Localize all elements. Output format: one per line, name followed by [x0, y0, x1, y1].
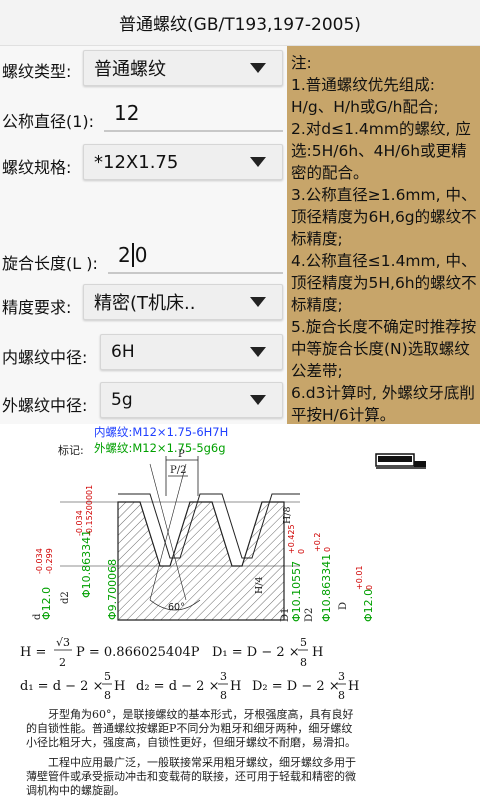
formula-h-lhs: H = — [20, 645, 46, 660]
formula-d2-rest: H — [230, 679, 241, 694]
spec-value: *12X1.75 — [94, 151, 179, 173]
dim-d2: d2 — [60, 591, 71, 604]
internal-mark: 内螺纹:M12×1.75-6H7H — [94, 425, 228, 439]
note-item: 5.旋合长度不确定时推荐按中等旋合长度(N)选取螺纹公差带; — [291, 318, 477, 380]
nominal-diameter-label: 公称直径(1): — [2, 112, 95, 131]
formula-line-1: H = √3 2 P = 0.866025404P D₁ = D − 2 × 5… — [20, 636, 323, 669]
thread-teeth — [117, 501, 285, 621]
formula-d2-num: 3 — [220, 670, 227, 683]
notes-heading: 注: — [291, 54, 312, 72]
engagement-length-input[interactable]: 20 — [108, 238, 283, 274]
text-cursor — [131, 243, 134, 267]
external-pitch-label: 外螺纹中径: — [2, 396, 88, 415]
note-item: 6.d3计算时, 外螺纹牙底削平按H/6计算。 — [291, 384, 475, 424]
d-major-tol-top: -0.034 — [35, 548, 44, 574]
mark-label: 标记: — [58, 443, 84, 457]
d2-tol-bottom: -0.15200001 — [85, 485, 94, 536]
internal-pitch-dropdown[interactable]: 6H — [100, 334, 283, 370]
precision-label: 精度要求: — [2, 298, 72, 317]
pitch-label: P — [178, 449, 185, 460]
D2-value: Φ10.863341 — [320, 554, 333, 622]
h8-label: H/8 — [282, 506, 293, 524]
D-tol-bottom: 0 — [365, 585, 374, 590]
precision-value: 精密(T机床.. — [94, 293, 196, 314]
formula-D2-rest: H — [348, 679, 359, 694]
input-form: 螺纹类型: 普通螺纹 公称直径(1): 12 螺纹规格: *12X1.75 旋合… — [0, 46, 287, 424]
formula-D2-lhs: D₂ = D − 2 × — [252, 679, 340, 694]
formula-D1-rest: H — [312, 645, 323, 660]
note-item: 1.普通螺纹优先组成: H/g、H/h或G/h配合; — [291, 76, 439, 116]
dropdown-arrow-icon — [250, 157, 266, 167]
formula-D2-num: 3 — [338, 670, 345, 683]
formula-D2-den: 8 — [338, 689, 345, 702]
internal-pitch-value: 6H — [111, 342, 135, 362]
d1-value: Φ9.700068 — [106, 559, 119, 620]
external-mark: 外螺纹:M12×1.75-5g6g — [94, 441, 226, 455]
formula-d1-lhs: d₁ = d − 2 × — [20, 679, 103, 694]
formula-line-2: d₁ = d − 2 × 5 8 H d₂ = d − 2 × 3 8 H D₂… — [20, 670, 359, 702]
D2-tol-top: +0.2 — [313, 533, 322, 552]
thread-type-value: 普通螺纹 — [94, 59, 166, 80]
formula-d1-den: 8 — [104, 689, 111, 702]
nominal-diameter-input[interactable]: 12 — [104, 96, 283, 132]
formula-D1-num: 5 — [300, 636, 307, 649]
monitor-icon[interactable] — [375, 453, 426, 469]
thread-type-label: 螺纹类型: — [2, 62, 72, 81]
D2-tol-bottom: 0 — [323, 547, 332, 552]
d-major-tol-bottom: -0.299 — [45, 548, 54, 574]
formula-d1-rest: H — [114, 679, 125, 694]
description-2: 工程中应用最广泛，一般联接常采用粗牙螺纹，细牙螺纹多用于薄壁管件或承受振动冲击和… — [26, 756, 356, 797]
d2-value: Φ10.863341 — [80, 530, 93, 598]
note-item: 4.公称直径≤1.4mm, 中、顶径精度为5H,6h的螺纹不标精度; — [291, 252, 477, 314]
internal-pitch-label: 内螺纹中径: — [2, 348, 88, 367]
d-major-value: Φ12.0 — [40, 587, 53, 620]
angle-label: 60° — [168, 602, 185, 613]
engagement-length-value-b: 0 — [134, 243, 148, 267]
formula-h-rest: P = 0.866025404P — [76, 645, 200, 660]
formula-d1-num: 5 — [104, 670, 111, 683]
app-title: 普通螺纹(GB/T193,197-2005) — [0, 0, 480, 46]
engagement-length-label: 旋合长度(L ): — [2, 254, 98, 273]
D1-tol-top: +0.425 — [287, 524, 296, 554]
formula-h-num: √3 — [56, 636, 70, 649]
dropdown-arrow-icon — [250, 395, 266, 405]
nominal-diameter-value: 12 — [114, 101, 140, 125]
dropdown-arrow-icon — [250, 297, 266, 307]
formula-D1-den: 8 — [300, 656, 307, 669]
D1-tol-bottom: 0 — [297, 549, 306, 554]
note-item: 3.公称直径≥1.6mm, 中、顶径精度为6H,6g的螺纹不标精度; — [291, 186, 477, 248]
description-1: 牙型角为60°，是联接螺纹的基本形式，牙根强度高，具有良好的自锁性能。普通螺纹按… — [26, 708, 356, 749]
dropdown-arrow-icon — [250, 63, 266, 73]
notes-panel: 注: 1.普通螺纹优先组成: H/g、H/h或G/h配合; 2.对d≤1.4mm… — [287, 46, 480, 424]
formula-h-den: 2 — [59, 656, 66, 669]
spec-label: 螺纹规格: — [2, 158, 72, 177]
D1-value: Φ10.10557 — [290, 561, 303, 622]
spec-dropdown[interactable]: *12X1.75 — [83, 144, 283, 180]
formula-d2-den: 8 — [220, 689, 227, 702]
external-pitch-dropdown[interactable]: 5g — [100, 382, 283, 418]
thread-type-dropdown[interactable]: 普通螺纹 — [83, 50, 283, 86]
formula-D1-lhs: D₁ = D − 2 × — [212, 645, 300, 660]
D-value: Φ12.0 — [362, 589, 375, 622]
external-pitch-value: 5g — [111, 390, 133, 410]
engagement-length-value-a: 2 — [118, 243, 131, 267]
note-item: 2.对d≤1.4mm的螺纹, 应选:5H/6h、4H/6h或更精密的配合。 — [291, 120, 471, 182]
h4-label: H/4 — [254, 576, 265, 594]
dim-D2: D2 — [304, 608, 315, 622]
D-tol-top: +0.01 — [355, 565, 364, 590]
dropdown-arrow-icon — [250, 347, 266, 357]
precision-dropdown[interactable]: 精密(T机床.. — [83, 284, 283, 320]
d2-tol-top: -0.034 — [75, 510, 84, 536]
formula-d2-lhs: d₂ = d − 2 × — [136, 679, 219, 694]
thread-diagram: 标记: 内螺纹:M12×1.75-6H7H 外螺纹:M12×1.75-5g6g … — [0, 424, 480, 800]
dim-D: D — [338, 602, 349, 610]
